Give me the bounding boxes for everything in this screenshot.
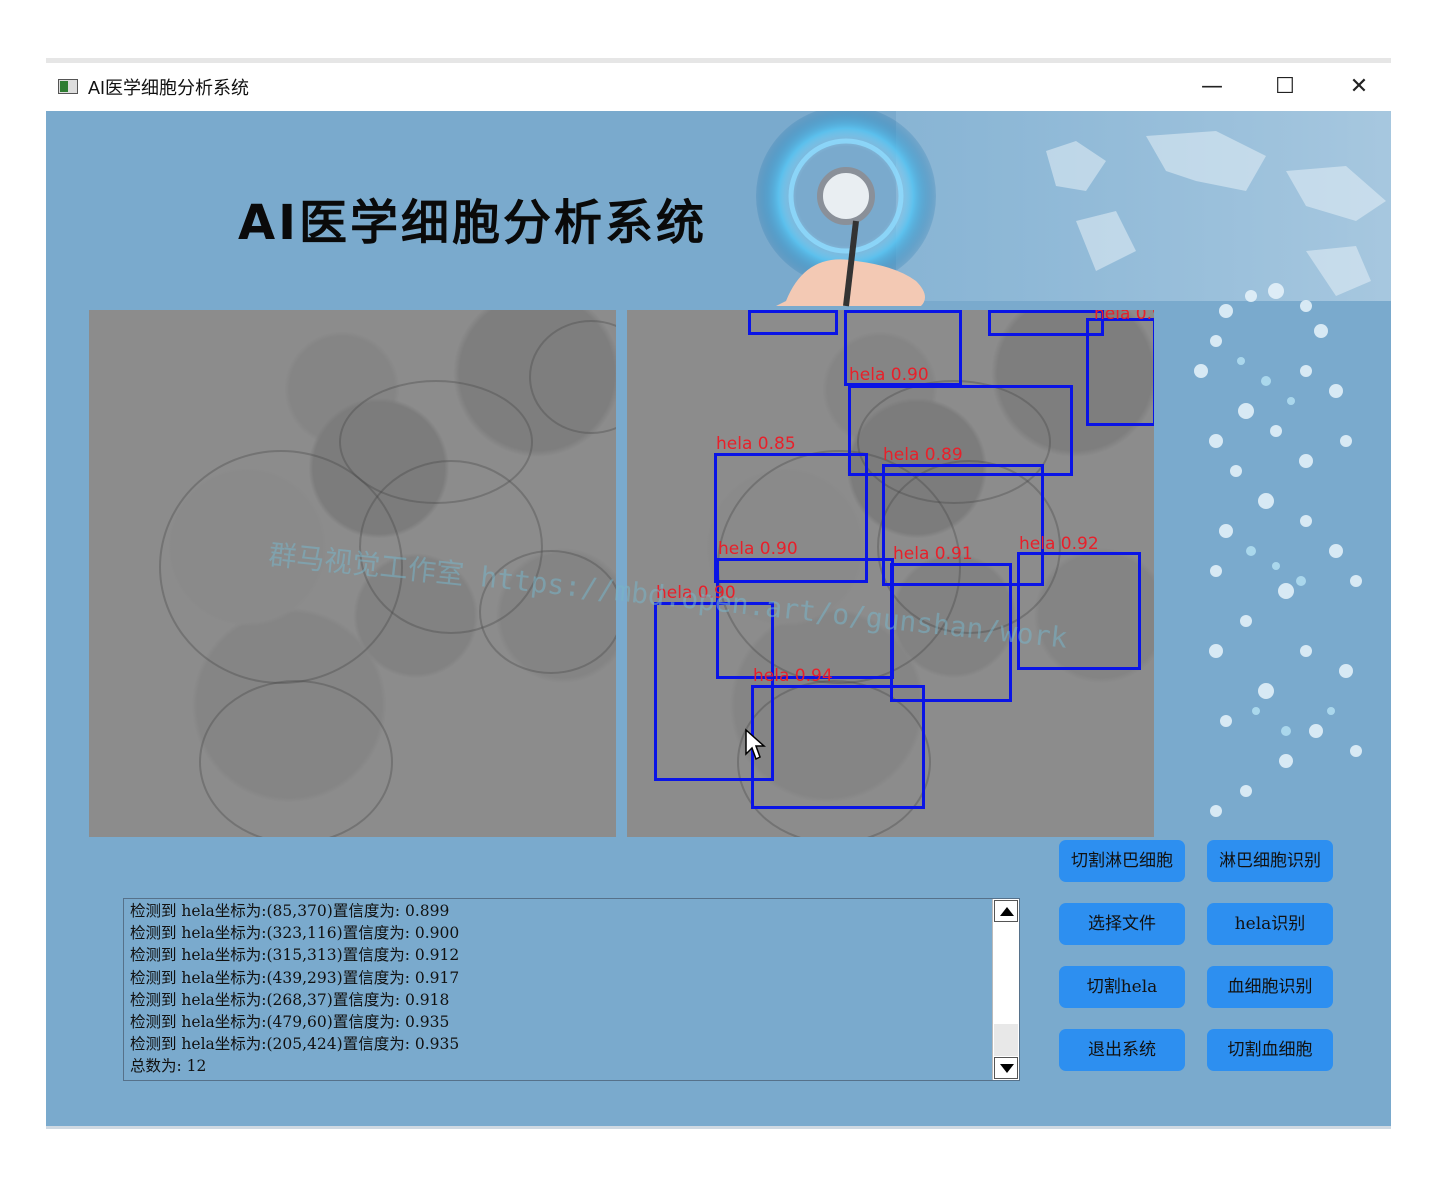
log-line: 检测到 hela坐标为:(205,424)置信度为: 0.935 [130,1035,460,1054]
detection-box [890,563,1012,702]
log-line: 检测到 hela坐标为:(439,293)置信度为: 0.917 [130,968,460,987]
cut-lymph-button[interactable]: 切割淋巴细胞 [1059,840,1185,882]
detection-label: hela 0.90 [849,365,929,385]
scroll-up-button[interactable] [994,900,1018,922]
detection-label: hela 0.94 [753,666,833,686]
scroll-down-button[interactable] [994,1057,1018,1079]
cell-shape [529,320,616,434]
detection-label: hela 0.90 [656,583,736,603]
minimize-button[interactable]: — [1189,69,1235,105]
log-line: 检测到 hela坐标为:(268,37)置信度为: 0.918 [130,990,450,1009]
detection-log-textarea[interactable]: 检测到 hela坐标为:(85,370)置信度为: 0.899 检测到 hela… [123,898,1020,1081]
log-line: 检测到 hela坐标为:(315,313)置信度为: 0.912 [130,946,460,965]
cell-shape [199,680,393,837]
window-title: AI医学细胞分析系统 [88,78,250,98]
detection-label: hela 0.9 [1094,310,1154,324]
detection-box [748,310,838,335]
log-line: 总数为: 12 [130,1057,207,1076]
select-file-button[interactable]: 选择文件 [1059,903,1185,945]
maximize-button[interactable]: ☐ [1262,69,1308,105]
detection-box [1017,552,1141,670]
log-line: 检测到 hela坐标为:(323,116)置信度为: 0.900 [130,924,460,943]
detection-label: hela 0.92 [1019,534,1099,554]
exit-button[interactable]: 退出系统 [1059,1029,1185,1071]
hela-recognize-button[interactable]: hela识别 [1207,903,1333,945]
detection-box [1086,318,1154,426]
detection-box [751,685,925,809]
mouse-cursor-icon [745,728,766,761]
log-lines: 检测到 hela坐标为:(85,370)置信度为: 0.899 检测到 hela… [130,900,459,1078]
close-button[interactable]: ✕ [1336,69,1382,105]
vertical-scrollbar[interactable] [992,899,1019,1080]
detection-label: hela 0.90 [718,539,798,559]
cut-blood-button[interactable]: 切割血细胞 [1207,1029,1333,1071]
lymph-recognize-button[interactable]: 淋巴细胞识别 [1207,840,1333,882]
scroll-thumb[interactable] [994,924,1018,1024]
detection-result-image: hela 0.90 hela 0.85 hela 0.89 hela 0.90 … [627,310,1154,837]
arrow-down-icon [1000,1064,1014,1073]
app-window: AI医学细胞分析系统 — ☐ ✕ AI医学细胞分析系统 hela 0.90 he… [46,63,1391,1129]
title-bar[interactable]: AI医学细胞分析系统 — ☐ ✕ [46,63,1391,111]
cut-hela-button[interactable]: 切割hela [1059,966,1185,1008]
blood-recognize-button[interactable]: 血细胞识别 [1207,966,1333,1008]
detection-label: hela 0.89 [883,445,963,465]
page-title: AI医学细胞分析系统 [238,195,708,251]
arrow-up-icon [1000,907,1014,916]
detection-label: hela 0.85 [716,434,796,454]
scroll-track[interactable] [994,1024,1018,1056]
original-image [89,310,616,837]
detection-label: hela 0.91 [893,544,973,564]
log-line: 检测到 hela坐标为:(479,60)置信度为: 0.935 [130,1013,450,1032]
log-line: 检测到 hela坐标为:(85,370)置信度为: 0.899 [130,902,450,920]
cell-shape [479,550,616,674]
app-icon [58,79,78,94]
